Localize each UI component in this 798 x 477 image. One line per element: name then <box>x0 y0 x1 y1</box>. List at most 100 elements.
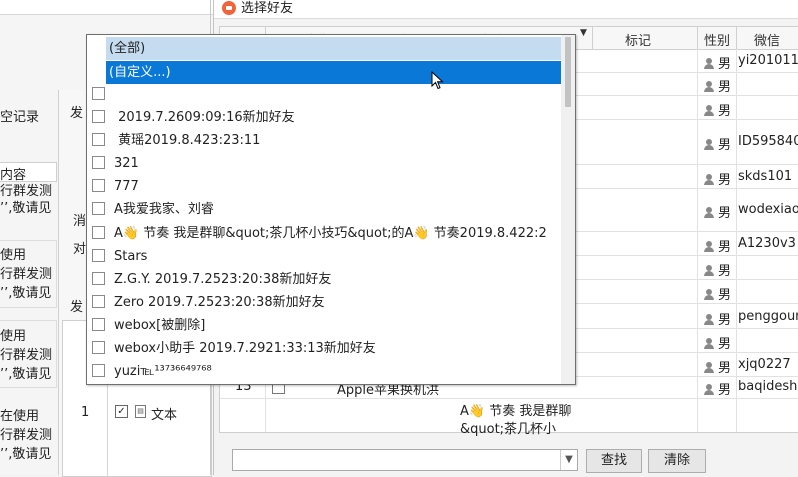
scrollbar-thumb[interactable] <box>565 37 571 107</box>
sex-cell: 男 <box>704 333 731 352</box>
person-icon <box>704 362 714 373</box>
left-text-line: ’’,敬请见 <box>0 286 52 301</box>
sex-value: 男 <box>718 206 732 221</box>
wechat-cell: baqidesho <box>738 379 798 394</box>
option-checkbox[interactable] <box>92 272 105 285</box>
left-label-send-2: 发 <box>70 300 84 315</box>
option-label: A我爱我家、刘睿 <box>114 202 214 217</box>
option-checkbox[interactable] <box>92 341 105 354</box>
left-label-target: 对 <box>73 242 87 257</box>
person-icon <box>704 241 714 252</box>
filter-option[interactable]: webox[被删除] <box>87 314 557 337</box>
sex-cell: 男 <box>704 260 731 279</box>
left-text-line: ’’,敬请见 <box>0 367 52 382</box>
sex-value: 男 <box>718 361 732 376</box>
person-icon <box>704 81 714 92</box>
option-label: 777 <box>114 179 139 194</box>
option-checkbox[interactable] <box>92 364 105 377</box>
person-icon <box>704 265 714 276</box>
filter-option[interactable]: 777 <box>87 175 557 198</box>
option-checkbox[interactable] <box>92 110 105 123</box>
wechat-cell: penggoun <box>738 309 798 324</box>
sex-cell: 男 <box>704 236 731 255</box>
person-icon <box>704 58 714 69</box>
person-icon <box>704 174 714 185</box>
filter-option[interactable]: Z.G.Y. 2019.7.2523:20:38新加好友 <box>87 268 557 291</box>
person-icon <box>704 105 714 116</box>
sex-value: 男 <box>718 313 732 328</box>
sex-value: 男 <box>718 80 732 95</box>
option-checkbox[interactable] <box>92 156 105 169</box>
chevron-down-icon[interactable]: ▼ <box>560 450 577 470</box>
filter-option[interactable]: A我爱我家、刘睿 <box>87 198 557 221</box>
option-checkbox[interactable] <box>92 295 105 308</box>
column-header-wechat[interactable]: 微信 <box>754 30 780 49</box>
option-checkbox[interactable] <box>92 202 105 215</box>
sex-cell: 男 <box>704 309 731 328</box>
clear-button[interactable]: 清除 <box>648 449 706 473</box>
left-text-line: 使用 <box>0 329 27 344</box>
left-text-line: 行群发测 <box>0 267 53 282</box>
filter-option[interactable]: A👋 节奏 我是群聊&quot;茶几杯小技巧&quot;的A👋 节奏2019.8… <box>87 222 557 245</box>
sex-cell: 男 <box>704 357 731 376</box>
search-combobox[interactable]: ▼ <box>232 449 578 471</box>
filter-option-all[interactable]: (全部) <box>106 37 564 60</box>
person-icon <box>704 289 714 300</box>
filter-option[interactable]: yuzi℡¹³⁷³⁶⁶⁴⁹⁷⁶⁸ <box>87 360 557 383</box>
option-label: 321 <box>114 156 139 171</box>
row-checkbox[interactable]: ✓ <box>115 405 128 418</box>
popup-scrollbar[interactable] <box>561 35 575 384</box>
sex-cell: 男 <box>704 76 731 95</box>
find-button[interactable]: 查找 <box>586 449 642 473</box>
sex-cell: 男 <box>704 202 731 221</box>
sex-value: 男 <box>718 288 732 303</box>
header-separator <box>697 27 698 49</box>
sex-value: 男 <box>718 104 732 119</box>
filter-option-custom[interactable]: (自定义...) <box>106 61 564 84</box>
option-label: Zero 2019.7.2523:20:38新加好友 <box>114 295 325 310</box>
option-checkbox[interactable] <box>92 179 105 192</box>
filter-option[interactable]: 321 <box>87 152 557 175</box>
left-text-line: 行群发测 <box>0 428 53 443</box>
filter-option[interactable]: 黄瑶2019.8.423:23:11 <box>87 129 557 152</box>
column-header-tag[interactable]: 标记 <box>625 30 651 49</box>
option-label: 黄瑶2019.8.423:23:11 <box>114 133 261 148</box>
option-checkbox[interactable] <box>92 133 105 146</box>
sex-value: 男 <box>718 264 732 279</box>
wechat-cell: yi2010111 <box>738 53 798 68</box>
column-header-sex[interactable]: 性别 <box>704 30 730 49</box>
option-label: A👋 节奏 我是群聊&quot;茶几杯小技巧&quot;的A👋 节奏2019.8… <box>114 226 547 241</box>
filter-option[interactable] <box>87 83 557 106</box>
filter-icon[interactable]: ▼ <box>580 28 587 38</box>
filter-option[interactable]: Zero 2019.7.2523:20:38新加好友 <box>87 291 557 314</box>
option-checkbox[interactable] <box>92 318 105 331</box>
option-checkbox[interactable] <box>92 87 105 100</box>
dialog-title: 选择好友 <box>241 1 294 16</box>
option-checkbox[interactable] <box>92 226 105 239</box>
option-checkbox[interactable] <box>92 249 105 262</box>
left-text-line: ’’,敬请见 <box>0 447 52 462</box>
left-top-bar <box>0 0 213 15</box>
sex-value: 男 <box>718 173 732 188</box>
sex-cell: 男 <box>704 134 731 153</box>
filter-option[interactable]: 2019.7.2609:09:16新加好友 <box>87 106 557 129</box>
sex-cell: 男 <box>704 284 731 303</box>
option-label: Stars <box>114 249 148 264</box>
left-text-line: 使用 <box>0 248 27 263</box>
sex-value: 男 <box>718 337 732 352</box>
sex-cell: 男 <box>704 100 731 119</box>
sex-cell: 男 <box>704 53 731 72</box>
left-label-clear-record[interactable]: 空记录 <box>0 106 39 125</box>
wechat-cell: xjq0227 <box>738 357 791 372</box>
remark-cell: A👋 节奏 我是群聊&quot;茶几杯小 <box>460 404 572 437</box>
option-label: Z.G.Y. 2019.7.2523:20:38新加好友 <box>114 272 332 287</box>
left-text-line: ’’,敬请见 <box>0 201 52 216</box>
option-label: 2019.7.2609:09:16新加好友 <box>114 110 295 125</box>
option-label: webox小助手 2019.7.2921:33:13新加好友 <box>114 341 376 356</box>
filter-option[interactable]: Stars <box>87 245 557 268</box>
left-text-line: 在使用 <box>0 409 40 424</box>
filter-option[interactable]: webox小助手 2019.7.2921:33:13新加好友 <box>87 337 557 360</box>
wechat-cell: ID595840 <box>738 134 798 149</box>
dialog-titlebar: 选择好友 <box>214 0 798 19</box>
sex-value: 男 <box>718 240 732 255</box>
